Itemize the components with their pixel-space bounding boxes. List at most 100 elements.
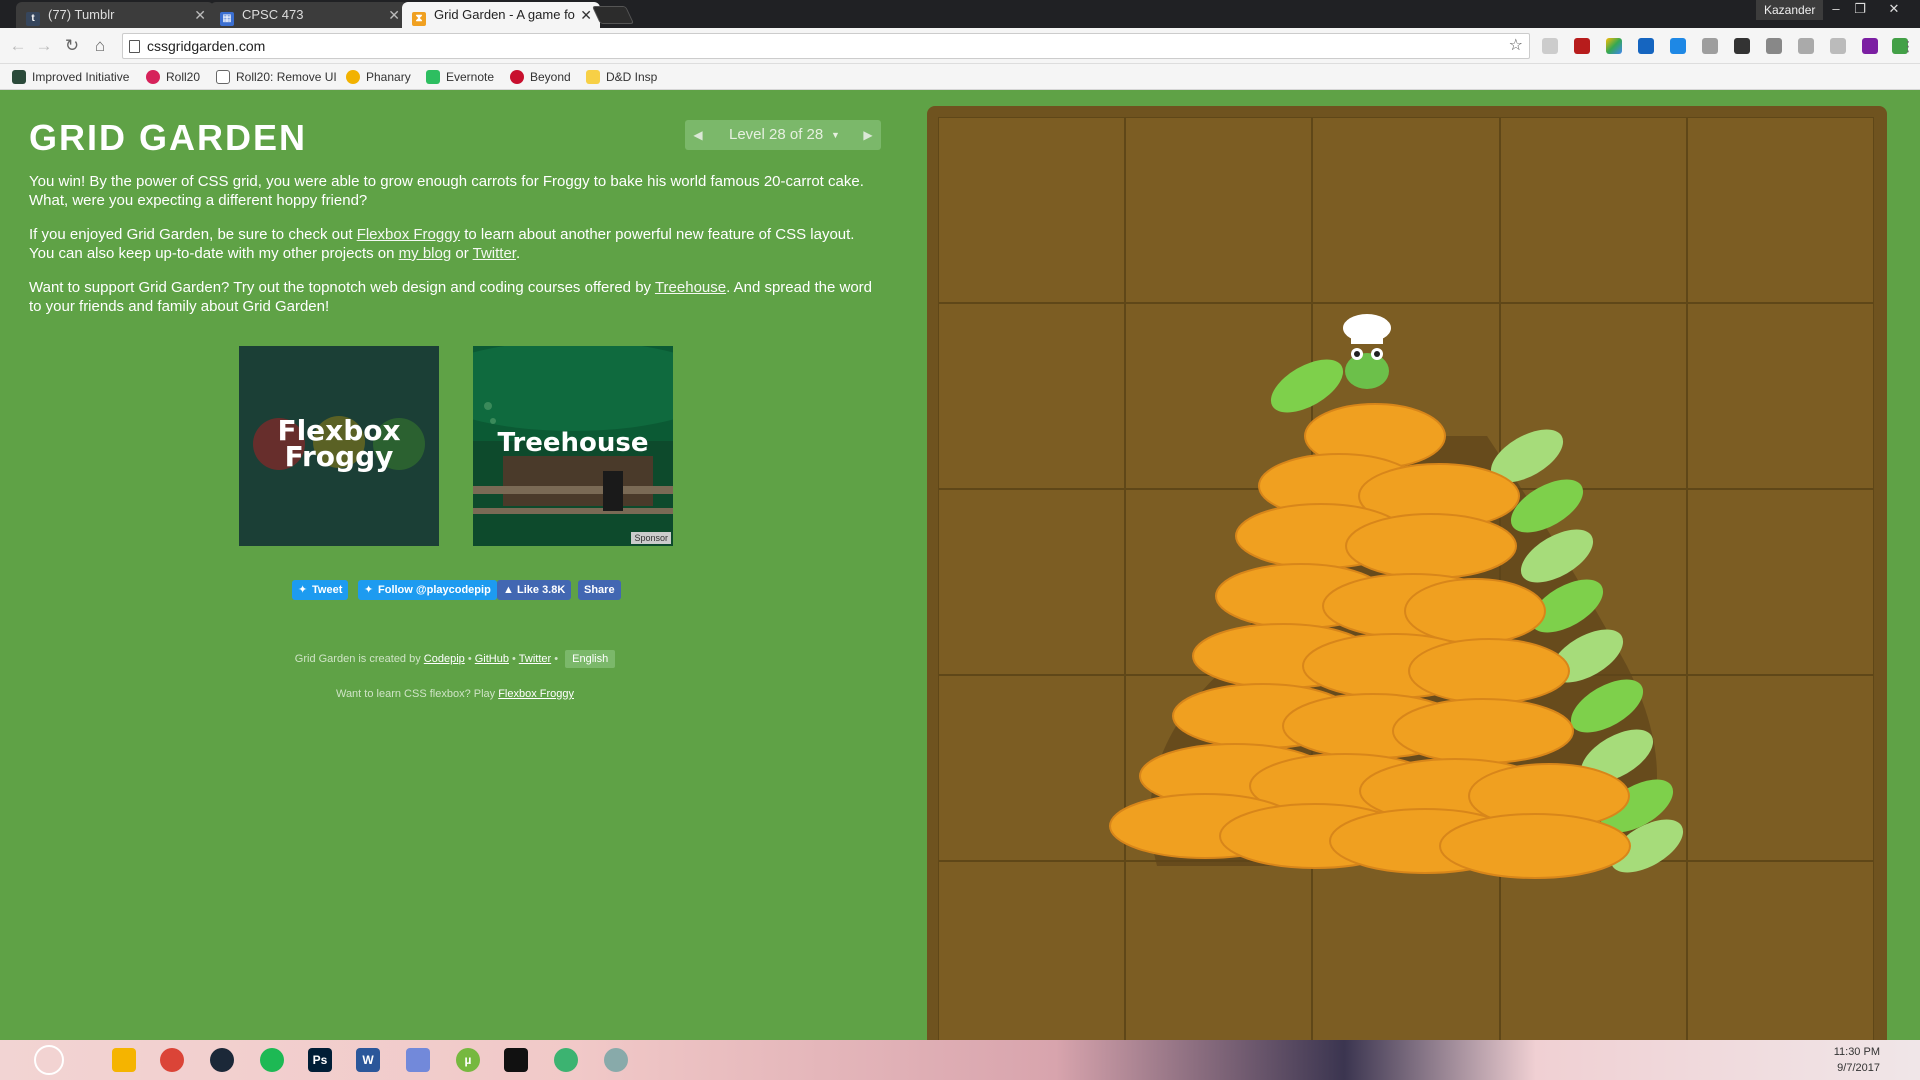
bookmark-improved-initiative[interactable]: Improved Initiative: [12, 64, 129, 90]
text: Want to learn CSS flexbox? Play: [335, 688, 499, 700]
start-button-icon[interactable]: [34, 1045, 64, 1075]
extension-icon[interactable]: [1766, 38, 1782, 54]
system-clock[interactable]: 11:30 PM 9/7/2017: [1834, 1044, 1880, 1076]
bookmark-icon: [12, 70, 26, 84]
bookmark-label: Roll20: Remove UI: [236, 70, 337, 84]
button-label: Follow @playcodepip: [378, 584, 491, 596]
restore-button[interactable]: ❐: [1846, 0, 1874, 20]
facebook-share-button[interactable]: Share: [578, 580, 621, 600]
home-button[interactable]: ⌂: [88, 34, 112, 58]
win-paragraph: You win! By the power of CSS grid, you w…: [29, 173, 864, 209]
close-tab-icon[interactable]: ✕: [194, 2, 206, 28]
tweet-button[interactable]: ✦ Tweet: [292, 580, 349, 600]
bookmarks-bar: Improved Initiative Roll20 Roll20: Remov…: [0, 64, 1920, 90]
previous-level-button[interactable]: ◀: [685, 120, 711, 150]
twitter-link[interactable]: Twitter: [473, 245, 516, 262]
evernote-icon: [426, 70, 440, 84]
drive-icon[interactable]: [1606, 38, 1622, 54]
treehouse-promo[interactable]: Treehouse Sponsor: [473, 346, 673, 546]
search-extension-icon[interactable]: [1670, 38, 1686, 54]
projects-paragraph: If you enjoyed Grid Garden, be sure to c…: [29, 225, 879, 263]
bookmark-dnd-insp[interactable]: D&D Insp: [586, 64, 657, 90]
browser-toolbar: ← → ↻ ⌂ cssgridgarden.com ☆ ⋮: [0, 28, 1920, 64]
follow-button[interactable]: ✦ Follow @playcodepip: [358, 580, 497, 600]
terminal-icon[interactable]: [504, 1048, 528, 1072]
app-icon[interactable]: [604, 1048, 628, 1072]
garden-board: [927, 106, 1887, 1040]
bookmark-star-icon[interactable]: ☆: [1509, 34, 1523, 58]
level-indicator[interactable]: Level 28 of 28: [729, 120, 823, 150]
new-tab-button[interactable]: [591, 6, 635, 24]
frog-pupil: [1374, 351, 1380, 357]
footer-flexbox-froggy-link[interactable]: Flexbox Froggy: [498, 688, 574, 700]
level-navigator: ◀ Level 28 of 28 ▼ ▶: [685, 120, 881, 150]
file-explorer-icon[interactable]: [112, 1048, 136, 1072]
text: or: [451, 245, 473, 262]
tab-tumblr[interactable]: t (77) Tumblr ✕: [16, 2, 214, 28]
bookmark-label: Improved Initiative: [32, 70, 130, 84]
profile-button[interactable]: Kazander: [1756, 0, 1824, 20]
forward-button[interactable]: →: [32, 34, 56, 58]
treehouse-link[interactable]: Treehouse: [655, 279, 726, 296]
onenote-icon[interactable]: [1862, 38, 1878, 54]
ublock-icon[interactable]: [1574, 38, 1590, 54]
bookmark-label: Phanary: [366, 70, 411, 84]
extension-b-icon[interactable]: [1542, 38, 1558, 54]
menu-icon[interactable]: ⋮: [1896, 34, 1920, 58]
extension-icon[interactable]: [1798, 38, 1814, 54]
twitter-bird-icon: ✦: [364, 584, 374, 596]
address-bar[interactable]: cssgridgarden.com ☆: [122, 33, 1530, 59]
separator: •: [551, 653, 562, 665]
discord-icon[interactable]: [406, 1048, 430, 1072]
bookmark-roll20[interactable]: Roll20: [146, 64, 200, 90]
clock-time: 11:30 PM: [1833, 1046, 1880, 1058]
bookmark-beyond[interactable]: Beyond: [510, 64, 571, 90]
flexbox-froggy-promo[interactable]: Flexbox Froggy: [239, 346, 439, 546]
tab-cpsc[interactable]: ▦ CPSC 473 ✕: [210, 2, 408, 28]
close-tab-icon[interactable]: ✕: [580, 2, 592, 28]
carrot: [1392, 698, 1574, 764]
bookmark-phanary[interactable]: Phanary: [346, 64, 411, 90]
carrot-icon: ⧗: [412, 12, 426, 26]
text: Grid Garden is created by: [294, 653, 424, 665]
level-dropdown-icon[interactable]: ▼: [831, 120, 840, 150]
page-title: GRID GARDEN: [29, 117, 308, 158]
froggy-promo-title: Flexbox Froggy: [239, 417, 439, 473]
github-link[interactable]: GitHub: [475, 653, 509, 665]
facebook-like-button[interactable]: ▲ Like 3.8K: [497, 580, 572, 600]
spotify-icon[interactable]: [260, 1048, 284, 1072]
carrot: [1345, 513, 1517, 579]
photoshop-icon[interactable]: Ps: [308, 1048, 332, 1072]
text: If you enjoyed Grid Garden, be sure to c…: [29, 226, 357, 243]
tab-bar: t (77) Tumblr ✕ ▦ CPSC 473 ✕ ⧗ Grid Garden …: [0, 0, 1920, 28]
bookmark-label: D&D Insp: [606, 70, 658, 84]
bookmark-evernote[interactable]: Evernote: [426, 64, 494, 90]
k-extension-icon[interactable]: [1638, 38, 1654, 54]
twitter-bird-icon: ✦: [298, 584, 308, 596]
codepip-link[interactable]: Codepip: [424, 653, 465, 665]
close-window-button[interactable]: ✕: [1880, 0, 1908, 20]
text: Want to support Grid Garden? Try out the…: [29, 279, 655, 296]
back-button[interactable]: ←: [6, 34, 30, 58]
separator: •: [464, 653, 475, 665]
wikipedia-icon[interactable]: [1734, 38, 1750, 54]
word-icon[interactable]: W: [356, 1048, 380, 1072]
tab-grid-garden[interactable]: ⧗ Grid Garden - A game fo ✕: [402, 2, 600, 28]
extension-icon[interactable]: [1830, 38, 1846, 54]
carrot: [1408, 638, 1570, 704]
language-button[interactable]: English: [565, 650, 616, 668]
chrome-icon[interactable]: [160, 1048, 184, 1072]
close-tab-icon[interactable]: ✕: [388, 2, 400, 28]
bookmark-roll20-remove-ui[interactable]: Roll20: Remove UI: [216, 64, 337, 90]
steam-icon[interactable]: [210, 1048, 234, 1072]
reload-button[interactable]: ↻: [60, 34, 84, 58]
atom-icon[interactable]: [554, 1048, 578, 1072]
utorrent-icon[interactable]: µ: [456, 1048, 480, 1072]
sponsor-badge: Sponsor: [631, 532, 671, 544]
footer-twitter-link[interactable]: Twitter: [519, 653, 551, 665]
flexbox-froggy-link[interactable]: Flexbox Froggy: [357, 226, 460, 243]
next-level-button[interactable]: ▶: [855, 120, 881, 150]
blog-link[interactable]: my blog: [399, 245, 452, 262]
promo-line: Froggy: [284, 440, 394, 473]
extension-icon[interactable]: [1702, 38, 1718, 54]
